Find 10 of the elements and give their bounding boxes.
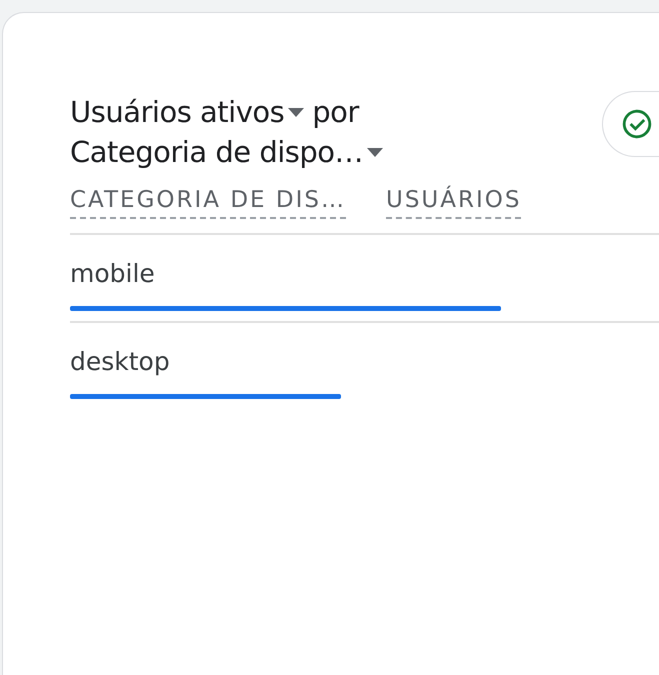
dimension-dropdown[interactable]: Categoria de dispo…: [70, 135, 386, 169]
row-label: mobile: [70, 259, 156, 288]
check-button[interactable]: [602, 91, 659, 157]
row-label: desktop: [70, 347, 171, 376]
title-text: por: [312, 95, 359, 129]
metric-dropdown[interactable]: Usuários ativos: [70, 95, 306, 129]
caret-icon: [286, 106, 306, 118]
column-header[interactable]: USUÁRIOS: [386, 187, 522, 219]
column-header[interactable]: CATEGORIA DE DIS…: [70, 187, 346, 219]
caret-icon: [365, 146, 386, 158]
